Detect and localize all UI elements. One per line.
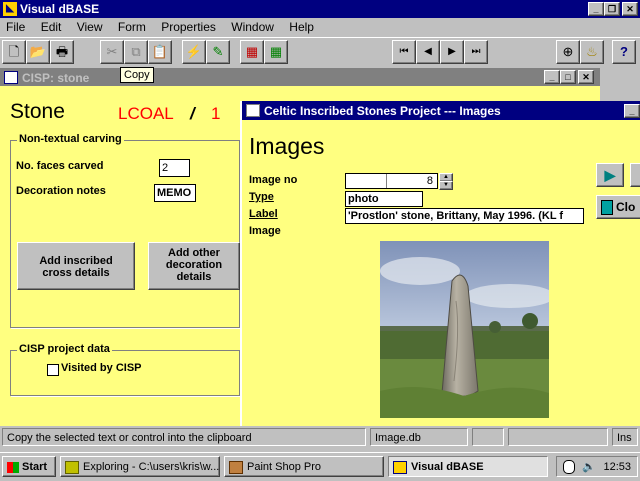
start-button[interactable]: Start xyxy=(2,456,56,477)
mouse-icon[interactable] xyxy=(563,460,575,475)
app-title-bar: ◣ Visual dBASE _ ❐ ✕ xyxy=(0,0,640,18)
next-image-button[interactable]: ▶ xyxy=(596,163,624,187)
task-paint-shop[interactable]: Paint Shop Pro xyxy=(224,456,384,477)
navigator-icon[interactable]: ⊕ xyxy=(556,40,580,64)
stone-photo xyxy=(380,241,549,418)
explorer-icon xyxy=(65,460,79,474)
cisp-maximize-icon[interactable]: □ xyxy=(560,70,576,84)
copy-tooltip: Copy xyxy=(120,67,154,83)
first-record-icon[interactable]: ⏮ xyxy=(392,40,416,64)
label-label: Label xyxy=(249,208,278,220)
faces-label: No. faces carved xyxy=(16,160,104,172)
print-icon[interactable]: 🖶 xyxy=(50,40,74,64)
cisp-title: CISP: stone xyxy=(22,71,90,85)
visited-checkbox[interactable] xyxy=(47,364,59,376)
run-icon[interactable]: ⚡ xyxy=(182,40,206,64)
app-title: Visual dBASE xyxy=(20,2,100,16)
form-icon xyxy=(4,71,18,84)
image-no-spinner[interactable]: 8 xyxy=(345,173,438,189)
type-label: Type xyxy=(249,191,274,203)
paint-shop-icon xyxy=(229,460,243,474)
type-field[interactable]: photo xyxy=(345,191,423,207)
images-window: Celtic Inscribed Stones Project --- Imag… xyxy=(240,101,640,426)
table-design-icon[interactable]: ▦ xyxy=(240,40,264,64)
label-field[interactable]: 'Prostlon' stone, Brittany, May 1996. (K… xyxy=(345,208,584,224)
stone-heading: Stone xyxy=(10,100,65,123)
task-visual-dbase-label: Visual dBASE xyxy=(411,461,484,473)
menu-bar: File Edit View Form Properties Window He… xyxy=(0,18,640,36)
speaker-icon[interactable]: 🔈 xyxy=(582,461,596,473)
paste-icon[interactable]: 📋 xyxy=(148,40,172,64)
images-title: Celtic Inscribed Stones Project --- Imag… xyxy=(264,104,501,118)
help-icon[interactable]: ? xyxy=(612,40,636,64)
close-door-icon xyxy=(601,200,613,216)
start-label: Start xyxy=(22,461,48,473)
add-decoration-button[interactable]: Add other decoration details xyxy=(148,242,240,290)
toolbar xyxy=(0,37,640,67)
image-no-value: 8 xyxy=(426,175,433,187)
cisp-title-bar: CISP: stone _ □ ✕ xyxy=(0,68,600,86)
image-label: Image xyxy=(249,225,281,237)
status-message: Copy the selected text or control into t… xyxy=(2,428,366,446)
cisp-minimize-icon[interactable]: _ xyxy=(544,70,560,84)
design-icon[interactable]: ✎ xyxy=(206,40,230,64)
expert-lamp-icon[interactable]: ♨ xyxy=(580,40,604,64)
task-exploring-label: Exploring - C:\users\kris\w... xyxy=(83,461,220,473)
images-minimize-icon[interactable]: _ xyxy=(624,104,640,118)
previous-record-icon[interactable]: ◀ xyxy=(416,40,440,64)
decoration-label: Decoration notes xyxy=(16,185,106,197)
stone-number: 1 xyxy=(211,104,221,123)
windows-logo-icon xyxy=(7,461,19,473)
images-title-bar: Celtic Inscribed Stones Project --- Imag… xyxy=(242,101,640,120)
spinner-divider xyxy=(386,174,387,188)
status-table: Image.db xyxy=(370,428,468,446)
last-record-icon[interactable]: ⏭ xyxy=(464,40,488,64)
task-paint-shop-label: Paint Shop Pro xyxy=(247,461,321,473)
new-icon[interactable]: 🗋 xyxy=(2,40,26,64)
task-dbase-icon xyxy=(393,460,407,474)
add-cross-button[interactable]: Add inscribed cross details xyxy=(17,242,135,290)
cisp-close-icon[interactable]: ✕ xyxy=(578,70,594,84)
table-grid-icon[interactable]: ▦ xyxy=(264,40,288,64)
cut-icon[interactable]: ✂ xyxy=(100,40,124,64)
images-form-icon xyxy=(246,104,260,117)
carving-group-title: Non-textual carving xyxy=(17,133,124,145)
visited-label: Visited by CISP xyxy=(61,362,142,374)
copy-icon[interactable]: ⧉ xyxy=(124,40,148,64)
task-visual-dbase[interactable]: Visual dBASE xyxy=(388,456,548,477)
status-field-1 xyxy=(472,428,504,446)
faces-field[interactable]: 2 xyxy=(159,159,190,177)
decoration-memo-field[interactable]: MEMO xyxy=(154,184,196,202)
task-exploring[interactable]: Exploring - C:\users\kris\w... xyxy=(60,456,220,477)
close-button-label: Clo xyxy=(616,200,636,214)
menu-window[interactable]: Window xyxy=(231,20,274,34)
close-images-button[interactable]: Clo xyxy=(596,195,640,219)
system-tray: 🔈 12:53 xyxy=(556,456,638,477)
minimize-icon[interactable]: _ xyxy=(588,2,604,16)
menu-edit[interactable]: Edit xyxy=(41,20,62,34)
menu-form[interactable]: Form xyxy=(118,20,146,34)
stone-code: LCOAL xyxy=(118,104,174,123)
dbase-logo-icon: ◣ xyxy=(3,2,17,16)
status-mode: Ins xyxy=(612,428,638,446)
next-record-icon[interactable]: ▶ xyxy=(440,40,464,64)
status-field-2 xyxy=(508,428,608,446)
menu-file[interactable]: File xyxy=(6,20,25,34)
close-icon[interactable]: ✕ xyxy=(622,2,638,16)
image-no-label: Image no xyxy=(249,174,298,186)
restore-icon[interactable]: ❐ xyxy=(604,2,620,16)
images-heading: Images xyxy=(249,133,325,159)
spinner-down-icon[interactable]: ▼ xyxy=(439,181,453,190)
menu-help[interactable]: Help xyxy=(289,20,314,34)
open-icon[interactable]: 📂 xyxy=(26,40,50,64)
stone-separator: / xyxy=(190,104,195,123)
menu-view[interactable]: View xyxy=(77,20,103,34)
menu-properties[interactable]: Properties xyxy=(161,20,216,34)
extra-button[interactable] xyxy=(630,163,640,187)
project-group-title: CISP project data xyxy=(17,343,112,355)
clock[interactable]: 12:53 xyxy=(603,457,631,476)
